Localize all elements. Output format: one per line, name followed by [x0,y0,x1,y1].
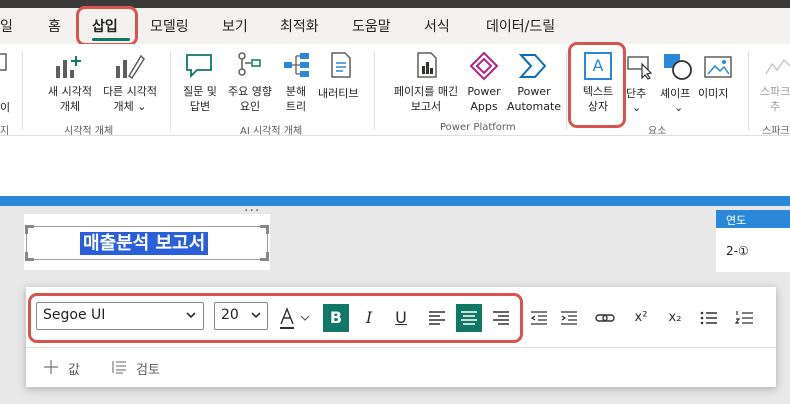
review-button[interactable]: 검토 [110,358,180,378]
superscript-button[interactable]: x² [628,304,654,332]
add-value-label: 값 [68,363,80,378]
ribbon-separator [748,52,749,130]
ribbon-separator [22,52,23,130]
qa-icon[interactable] [184,50,214,80]
tab-file[interactable]: 일 [0,16,13,36]
cut-icon [0,50,8,74]
subscript-button[interactable]: x₂ [662,304,688,332]
add-value-button[interactable]: 값 [42,358,102,378]
narrative-button[interactable]: 내러티브 [318,86,358,101]
tab-optimize[interactable]: 최적화 [280,16,319,36]
tab-data-drill[interactable]: 데이터/드릴 [486,16,555,36]
tab-help[interactable]: 도움말 [352,16,391,36]
tab-home[interactable]: 홈 [48,16,61,36]
insert-tab-highlight [76,6,138,46]
sparkline-icon[interactable] [764,54,790,80]
more-visuals-icon[interactable] [112,50,146,82]
bullet-list-icon[interactable] [696,304,722,332]
key-influencers-icon[interactable] [234,50,264,80]
more-visuals-button[interactable]: 다른 시각적 개체 ⌄ [94,84,166,114]
numbered-list-icon[interactable] [732,304,758,332]
qa-button[interactable]: 질문 및 답변 [176,84,224,114]
sparkline-group-label: 스파크 [762,126,790,137]
new-visual-button[interactable]: 새 시각적 개체 [38,84,102,114]
button-chevron[interactable]: ⌄ [632,100,641,115]
list-review-icon [110,358,128,380]
selected-title-text[interactable]: 매출분석 보고서 [80,229,209,255]
text-box-highlight [568,42,626,128]
image-icon[interactable] [702,54,736,82]
ribbon-separator [374,52,375,130]
toolbar-divider [26,347,776,348]
power-apps-button[interactable]: Power Apps [464,84,504,114]
canvas-accent-bar [0,196,790,206]
ai-visuals-group-label: AI 시각적 개체 [240,126,303,137]
table-header: 연도 [716,210,790,228]
ribbon-separator [170,52,171,130]
decrease-indent-icon[interactable] [526,304,552,332]
shape-chevron[interactable]: ⌄ [674,100,683,115]
cut-left-label: 이 [0,101,11,114]
key-influencers-button[interactable]: 주요 영향 요인 [222,84,278,114]
new-visual-icon[interactable] [52,50,86,82]
decomposition-tree-icon[interactable] [282,50,312,80]
power-automate-icon[interactable] [518,50,550,82]
power-automate-button[interactable]: Power Automate [504,84,564,114]
more-options-icon[interactable]: ··· [244,203,260,219]
visuals-group-label: 시각적 개체 [64,126,114,137]
link-icon[interactable] [592,304,618,332]
sparkline-button[interactable]: 스파크 추 [760,84,790,114]
tab-format[interactable]: 서식 [424,16,450,36]
plus-icon [42,358,60,380]
power-platform-group-label: Power Platform [440,122,516,133]
power-apps-icon[interactable] [468,50,500,82]
button-button[interactable]: 단추 [626,86,646,101]
tab-modeling[interactable]: 모델링 [150,16,189,36]
review-label: 검토 [136,363,160,378]
paginated-report-button[interactable]: 페이지를 매긴 보고서 [386,84,466,114]
increase-indent-icon[interactable] [556,304,582,332]
table-cell: 2-① [726,244,749,258]
tab-view[interactable]: 보기 [222,16,248,36]
image-button[interactable]: 이미지 [698,86,728,101]
elements-group-label: 요소 [648,126,667,137]
shape-icon[interactable] [662,52,694,82]
shape-button[interactable]: 셰이프 [660,86,690,101]
format-controls-highlight [28,293,523,343]
paginated-report-icon[interactable] [414,50,440,80]
button-icon[interactable] [626,54,654,80]
ribbon-separator [566,52,567,130]
report-title: 매출분석 보고서 [80,232,209,255]
narrative-icon[interactable] [328,50,354,80]
decomposition-tree-button[interactable]: 분해 트리 [276,84,316,114]
cut-left-group: 지 [0,126,10,137]
